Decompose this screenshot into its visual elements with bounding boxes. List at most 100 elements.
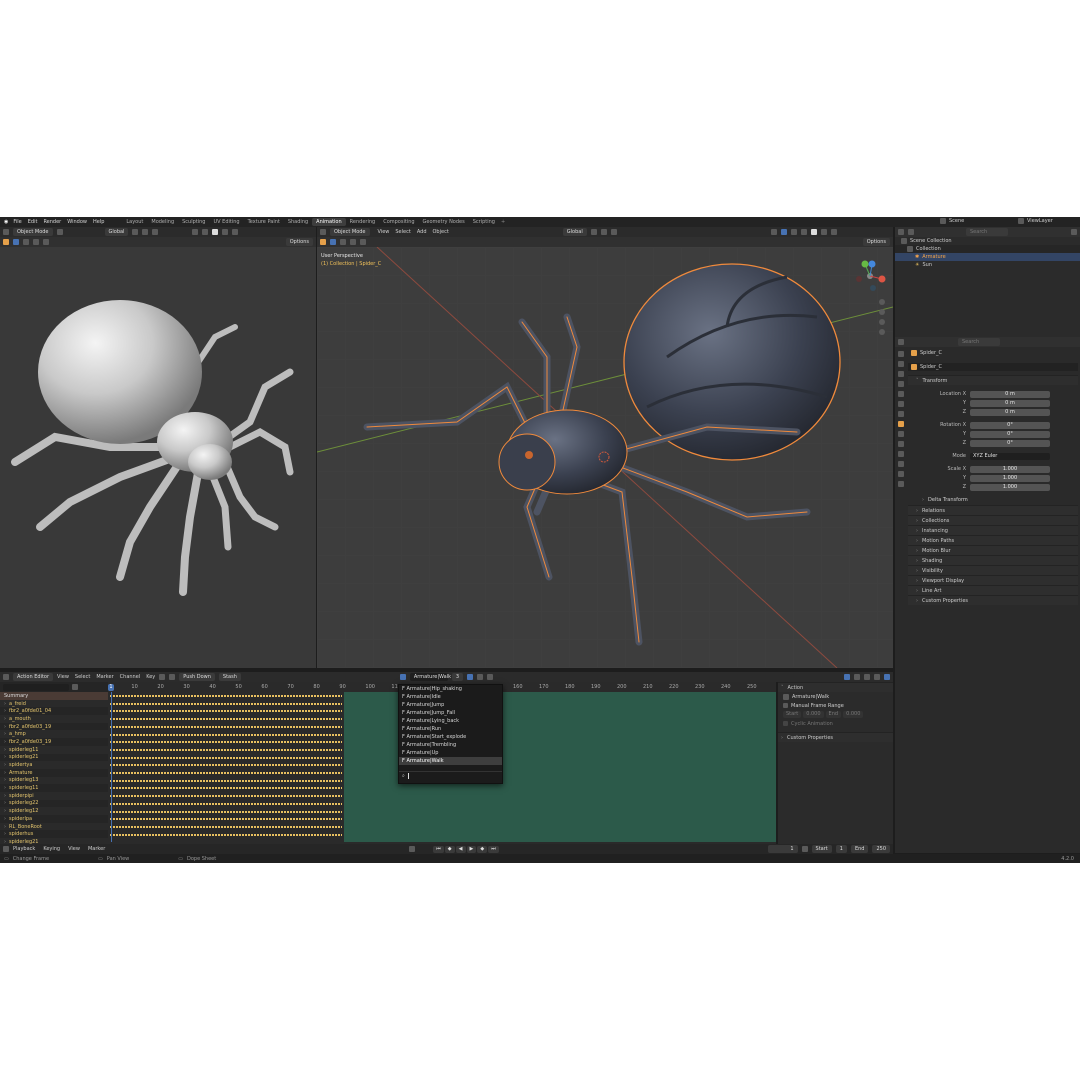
panel-viewport-display[interactable]: › Viewport Display [908,575,1078,585]
tab-modeling[interactable]: Modeling [147,218,178,226]
action-datablock[interactable]: Armature|Walk [778,692,893,701]
render-tab-icon[interactable] [898,361,904,367]
next-key-icon[interactable]: ◆ [477,845,488,853]
keyframe-strip[interactable] [110,715,342,723]
xray-icon[interactable] [790,229,797,235]
action-menu-select[interactable]: Select [75,674,90,680]
rendered-shading-icon[interactable] [232,229,239,235]
scene-selector[interactable]: Scene [940,218,964,224]
panel-shading[interactable]: › Shading [908,555,1078,565]
panel-motion-blur[interactable]: › Motion Blur [908,545,1078,555]
main-transform-dropdown[interactable]: Global [562,228,587,236]
constraints-tab-icon[interactable] [898,461,904,467]
push-down-button[interactable]: Push Down [179,673,215,681]
clock-icon[interactable] [801,846,808,852]
next-action-icon[interactable] [169,674,176,680]
channel-row[interactable]: › spiderhus [0,830,108,838]
only-selected-icon[interactable] [844,674,850,680]
keyframe-strip[interactable] [110,730,342,739]
prev-action-icon[interactable] [159,674,166,680]
channel-row[interactable]: › fbr2_a0fde03_19 [0,738,108,746]
material-tab-icon[interactable] [898,481,904,487]
viewport-menu-select[interactable]: Select [395,229,410,235]
menu-icon[interactable] [56,229,63,235]
proportional-icon[interactable] [610,229,617,235]
material-shading-icon[interactable] [820,229,827,235]
delta-transform-subpanel[interactable]: › Delta Transform [908,495,1078,505]
keyframe-strip[interactable] [110,822,342,831]
cyclic-animation-checkbox[interactable]: Cyclic Animation [778,719,893,728]
output-tab-icon[interactable] [898,371,904,377]
channel-row[interactable]: › a_hmp [0,730,108,739]
panel-instancing[interactable]: › Instancing [908,525,1078,535]
action-menu-channel[interactable]: Channel [120,674,141,680]
keyframe-strip[interactable] [110,784,342,793]
end-frame-field[interactable]: 250 [872,845,890,853]
panel-line-art[interactable]: › Line Art [908,585,1078,595]
tab-animation[interactable]: Animation [312,218,346,226]
timeline-menu-view[interactable]: View [68,846,80,852]
particles-tab-icon[interactable] [898,441,904,447]
material-shading-icon[interactable] [222,229,229,235]
start-frame-field[interactable]: 1 [835,845,847,853]
channel-row[interactable]: › spiderleg21 [0,754,108,762]
keyframe-strip[interactable] [110,722,342,731]
channel-row[interactable]: › spiderleg11 [0,745,108,754]
outliner-item-sun[interactable]: ☀ Sun [895,261,1080,269]
scale-z-field[interactable]: 1.000 [970,483,1050,491]
pivot-icon[interactable] [590,229,597,235]
scene-collection-row[interactable]: Scene Collection [895,237,1080,245]
select-subtract-icon[interactable] [350,239,356,245]
editor-type-icon[interactable] [898,339,904,345]
channel-row[interactable]: › a_freid [0,699,108,708]
timeline-menu-marker[interactable]: Marker [88,846,105,852]
filter-icon[interactable] [864,674,870,680]
zoom-icon[interactable] [879,299,885,305]
main-viewport[interactable]: User Perspective (1) Collection | Spider… [317,247,893,668]
action-option[interactable]: F Armature|Start_explode [399,733,502,741]
collection-tab-icon[interactable] [898,411,904,417]
keyframe-strip[interactable] [110,753,342,762]
action-option[interactable]: F Armature|Idle [399,693,502,701]
editor-type-icon[interactable] [898,229,904,235]
keyframe-strip[interactable] [110,761,342,769]
scene-tab-icon[interactable] [898,391,904,397]
gizmo-icon[interactable] [770,229,777,235]
unlink-action-icon[interactable] [487,674,494,680]
action-menu-view[interactable]: View [57,674,69,680]
blender-logo-icon[interactable]: ◉ [4,219,8,225]
pan-hand-icon[interactable] [879,309,885,315]
jump-end-icon[interactable]: ⏭ [488,845,499,853]
channel-row[interactable]: › spiderpipi [0,791,108,800]
select-box-icon[interactable] [13,239,19,245]
editor-type-icon[interactable] [3,846,9,852]
action-option[interactable]: F Armature|Jump [399,701,502,709]
tab-texture-paint[interactable]: Texture Paint [244,218,284,226]
action-users-count[interactable]: 3 [451,673,464,681]
action-option[interactable]: F Armature|Hip_shaking [399,685,502,693]
keyframe-strip[interactable] [110,830,342,839]
select-subtract-icon[interactable] [33,239,39,245]
object-tab-icon[interactable] [898,421,904,427]
proportional-icon[interactable] [152,229,159,235]
data-tab-icon[interactable] [898,471,904,477]
select-extend-icon[interactable] [340,239,346,245]
menu-render[interactable]: Render [43,219,61,225]
channel-row[interactable]: › spiderleg11 [0,784,108,792]
channel-row[interactable]: › spiderlpa [0,815,108,823]
menu-help[interactable]: Help [93,219,104,225]
left-transform-dropdown[interactable]: Global [104,228,129,236]
transform-panel-header[interactable]: ˅ Transform [908,375,1078,385]
menu-edit[interactable]: Edit [28,219,38,225]
keyframe-strip[interactable] [110,799,342,808]
action-option[interactable]: F Armature|Run [399,725,502,733]
physics-tab-icon[interactable] [898,451,904,457]
tab-geometry-nodes[interactable]: Geometry Nodes [419,218,469,226]
menu-window[interactable]: Window [67,219,87,225]
keyframe-strip[interactable] [110,692,342,700]
scale-y-field[interactable]: 1.000 [970,474,1050,482]
select-extend-icon[interactable] [23,239,29,245]
rotation-mode-dropdown[interactable]: XYZ Euler [970,452,1050,460]
menu-file[interactable]: File [13,219,21,225]
range-end-field[interactable]: 0.000 [843,711,864,718]
